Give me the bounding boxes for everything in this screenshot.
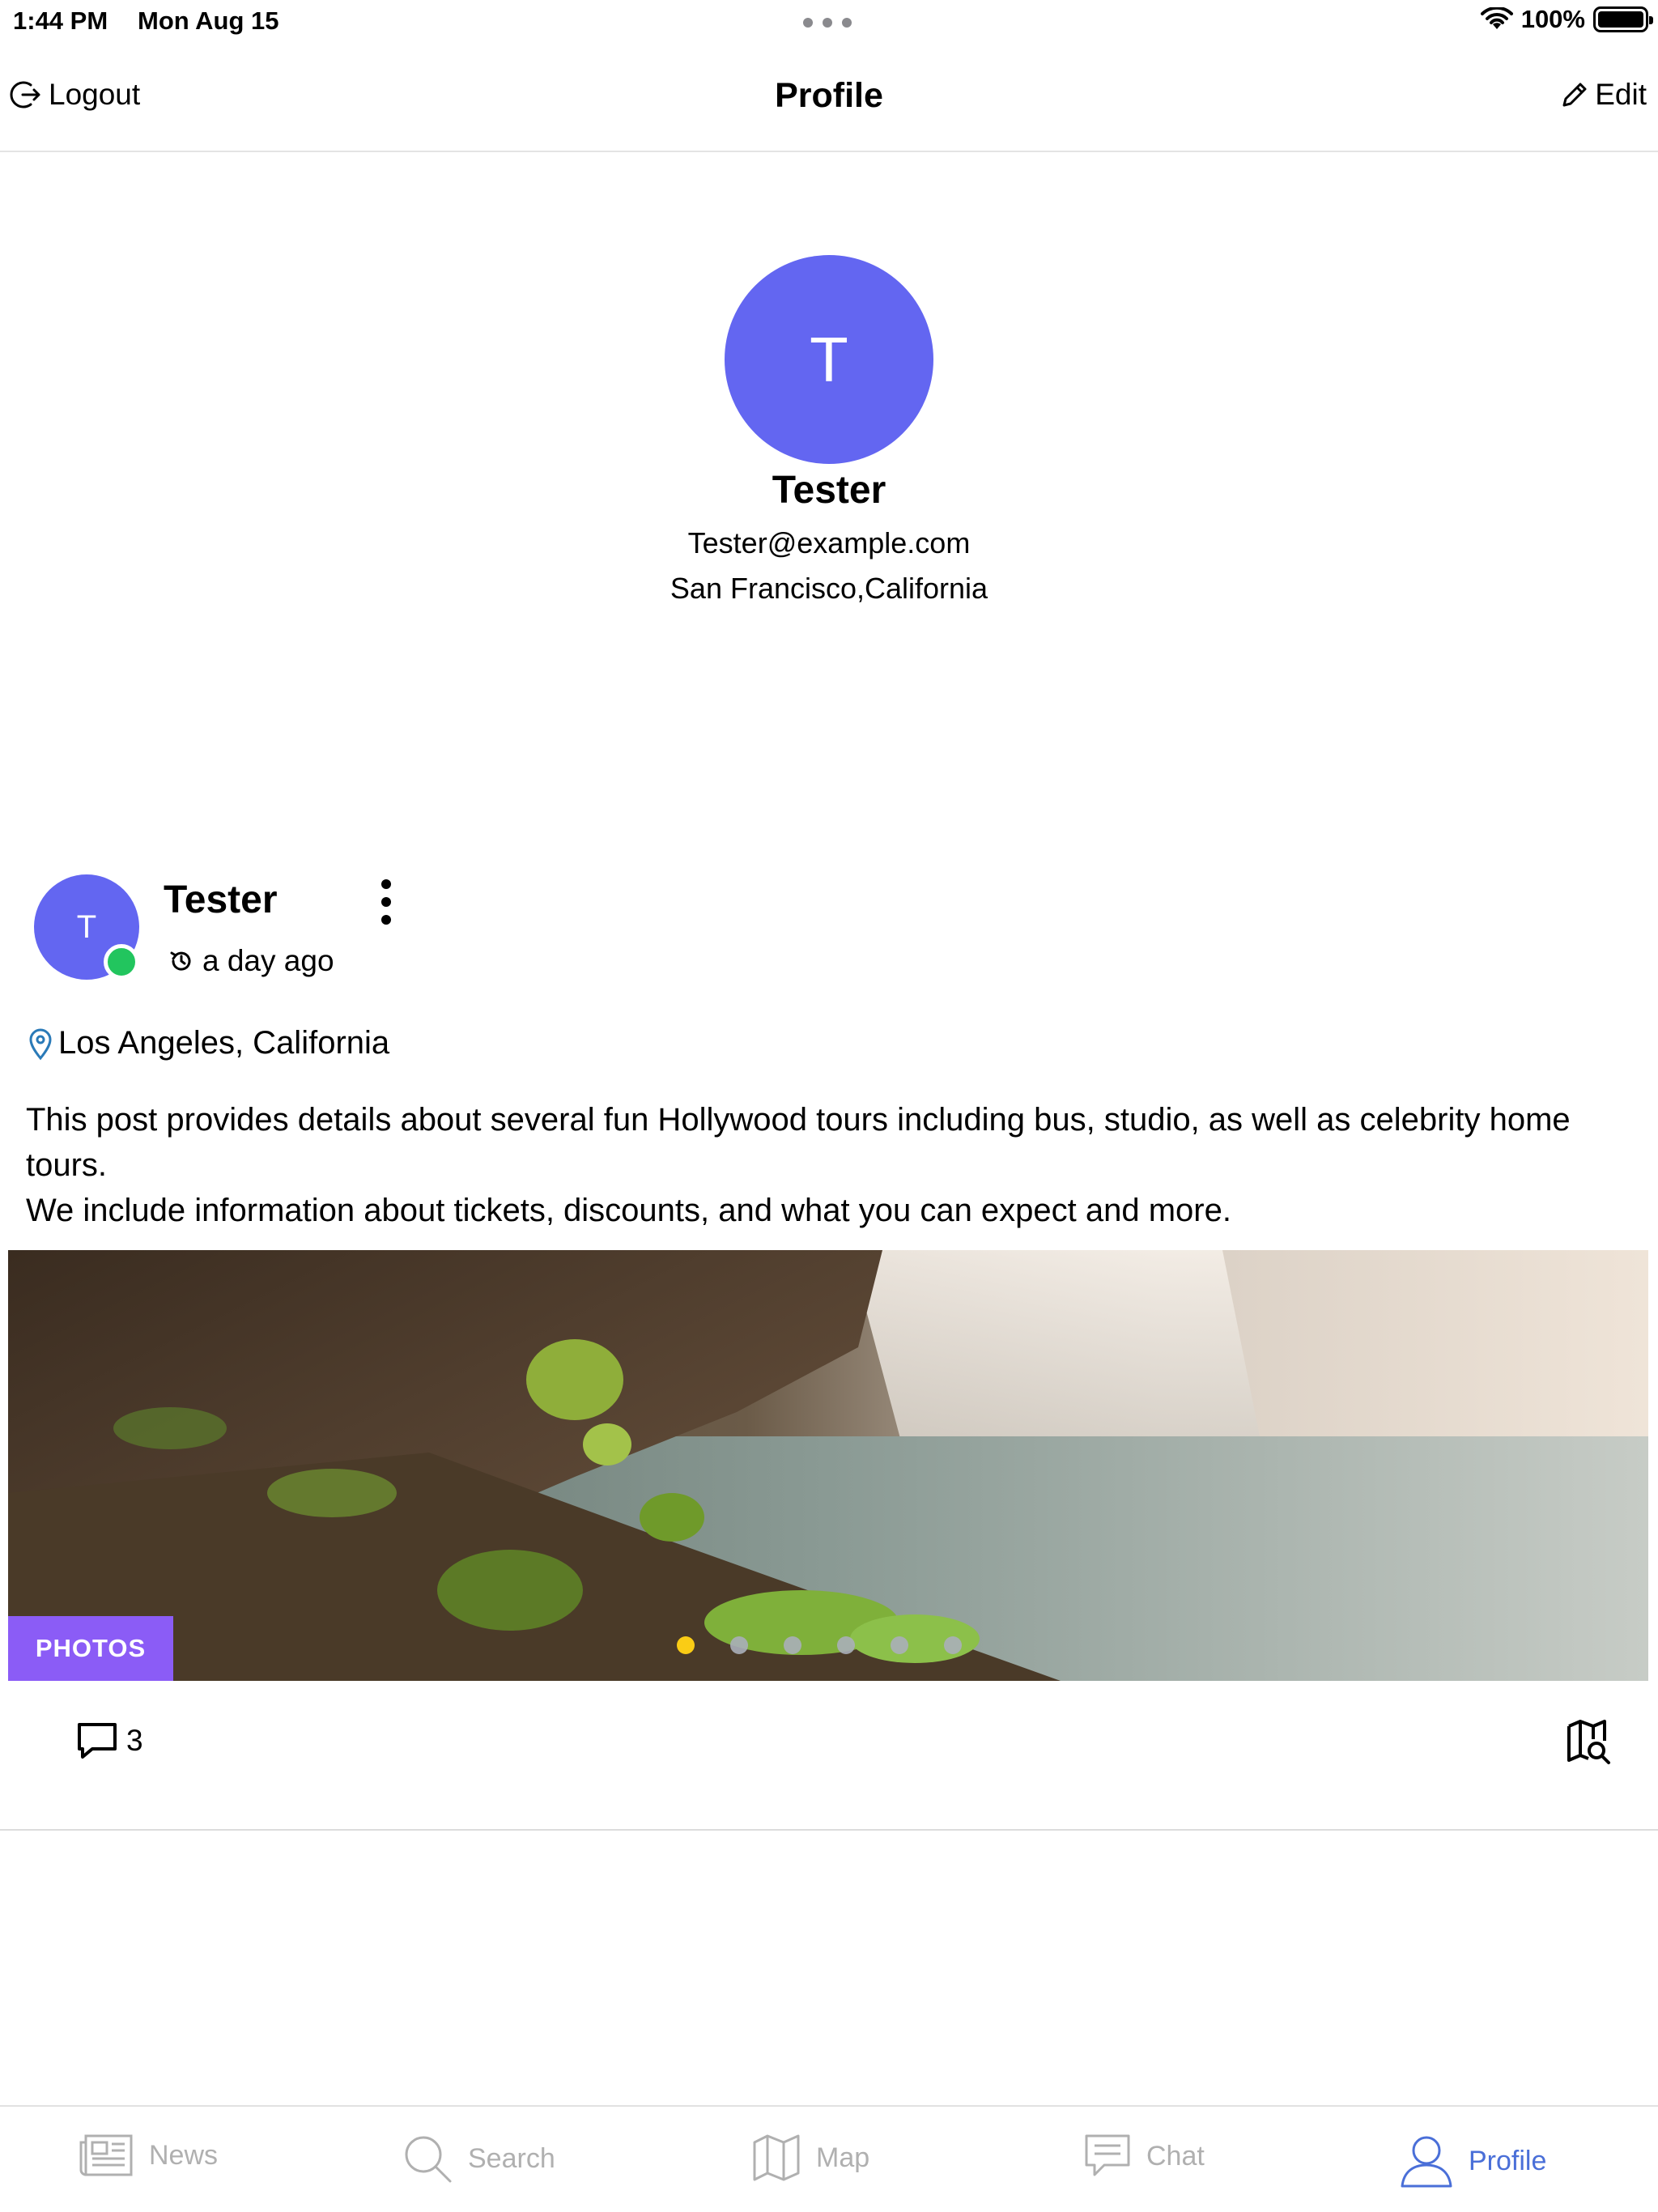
tab-map[interactable]: Map (751, 2133, 869, 2183)
edit-button[interactable]: Edit (1559, 78, 1647, 112)
tab-profile-label: Profile (1469, 2145, 1547, 2176)
status-time: 1:44 PM (13, 6, 108, 35)
post-time-label: a day ago (202, 944, 334, 977)
carousel-dot[interactable] (730, 1636, 748, 1654)
tab-news-label: News (149, 2139, 219, 2171)
carousel-dot[interactable] (944, 1636, 962, 1654)
post-photo-carousel[interactable]: PHOTOS (8, 1250, 1648, 1681)
photos-badge: PHOTOS (8, 1616, 173, 1681)
battery-icon (1593, 6, 1653, 32)
profile-email: Tester@example.com (687, 526, 971, 559)
carousel-dot[interactable] (891, 1636, 908, 1654)
post-location[interactable]: Los Angeles, California (26, 1025, 389, 1061)
comments-button[interactable]: 3 (74, 1720, 143, 1762)
status-bar: 1:44 PM Mon Aug 15 100% (0, 0, 1658, 49)
post-body-line: This post provides details about several… (26, 1102, 1571, 1183)
profile-avatar: T (725, 255, 933, 464)
user-icon (1401, 2136, 1452, 2188)
tab-search-label: Search (468, 2142, 555, 2174)
edit-label: Edit (1595, 78, 1647, 111)
chat-icon (1085, 2134, 1130, 2176)
tab-map-label: Map (816, 2142, 870, 2173)
tab-chat-label: Chat (1146, 2140, 1205, 2172)
online-status-indicator (104, 944, 139, 980)
carousel-dot[interactable] (837, 1636, 855, 1654)
status-indicators: 100% (1480, 5, 1653, 34)
search-icon (405, 2136, 452, 2183)
post-body: This post provides details about several… (26, 1097, 1637, 1233)
post-author-name[interactable]: Tester (164, 878, 278, 922)
multitasking-dots-icon[interactable] (803, 18, 852, 29)
location-pin-icon (29, 1028, 52, 1060)
comment-count: 3 (126, 1724, 143, 1757)
tab-chat[interactable]: Chat (1083, 2133, 1205, 2180)
carousel-pagination[interactable] (677, 1636, 962, 1654)
post-more-options-button[interactable] (374, 879, 398, 925)
map-search-icon (1567, 1720, 1610, 1764)
profile-location: San Francisco,California (670, 572, 988, 605)
comment-icon (78, 1723, 117, 1759)
carousel-dot-active[interactable] (677, 1636, 695, 1654)
map-search-button[interactable] (1564, 1718, 1613, 1771)
post-body-line: We include information about tickets, di… (26, 1193, 1231, 1228)
status-date: Mon Aug 15 (138, 6, 279, 35)
history-icon (170, 951, 191, 971)
map-icon (753, 2134, 800, 2181)
post-timestamp: a day ago (168, 944, 334, 978)
newspaper-icon (79, 2134, 133, 2176)
battery-percent: 100% (1520, 5, 1585, 33)
waterfall-photo (8, 1250, 1648, 1681)
tab-search[interactable]: Search (402, 2133, 555, 2184)
page-title: Profile (775, 76, 883, 115)
tab-profile[interactable]: Profile (1399, 2133, 1546, 2189)
tab-news[interactable]: News (78, 2133, 218, 2178)
divider (0, 1829, 1658, 1831)
nav-bar: Logout Profile Edit (0, 49, 1658, 152)
profile-name: Tester (772, 469, 886, 512)
tab-bar: News Search Map Chat Profile (0, 2105, 1658, 2212)
carousel-dot[interactable] (784, 1636, 801, 1654)
pencil-icon (1562, 83, 1587, 107)
post-location-label: Los Angeles, California (58, 1025, 390, 1061)
wifi-icon (1480, 7, 1513, 29)
